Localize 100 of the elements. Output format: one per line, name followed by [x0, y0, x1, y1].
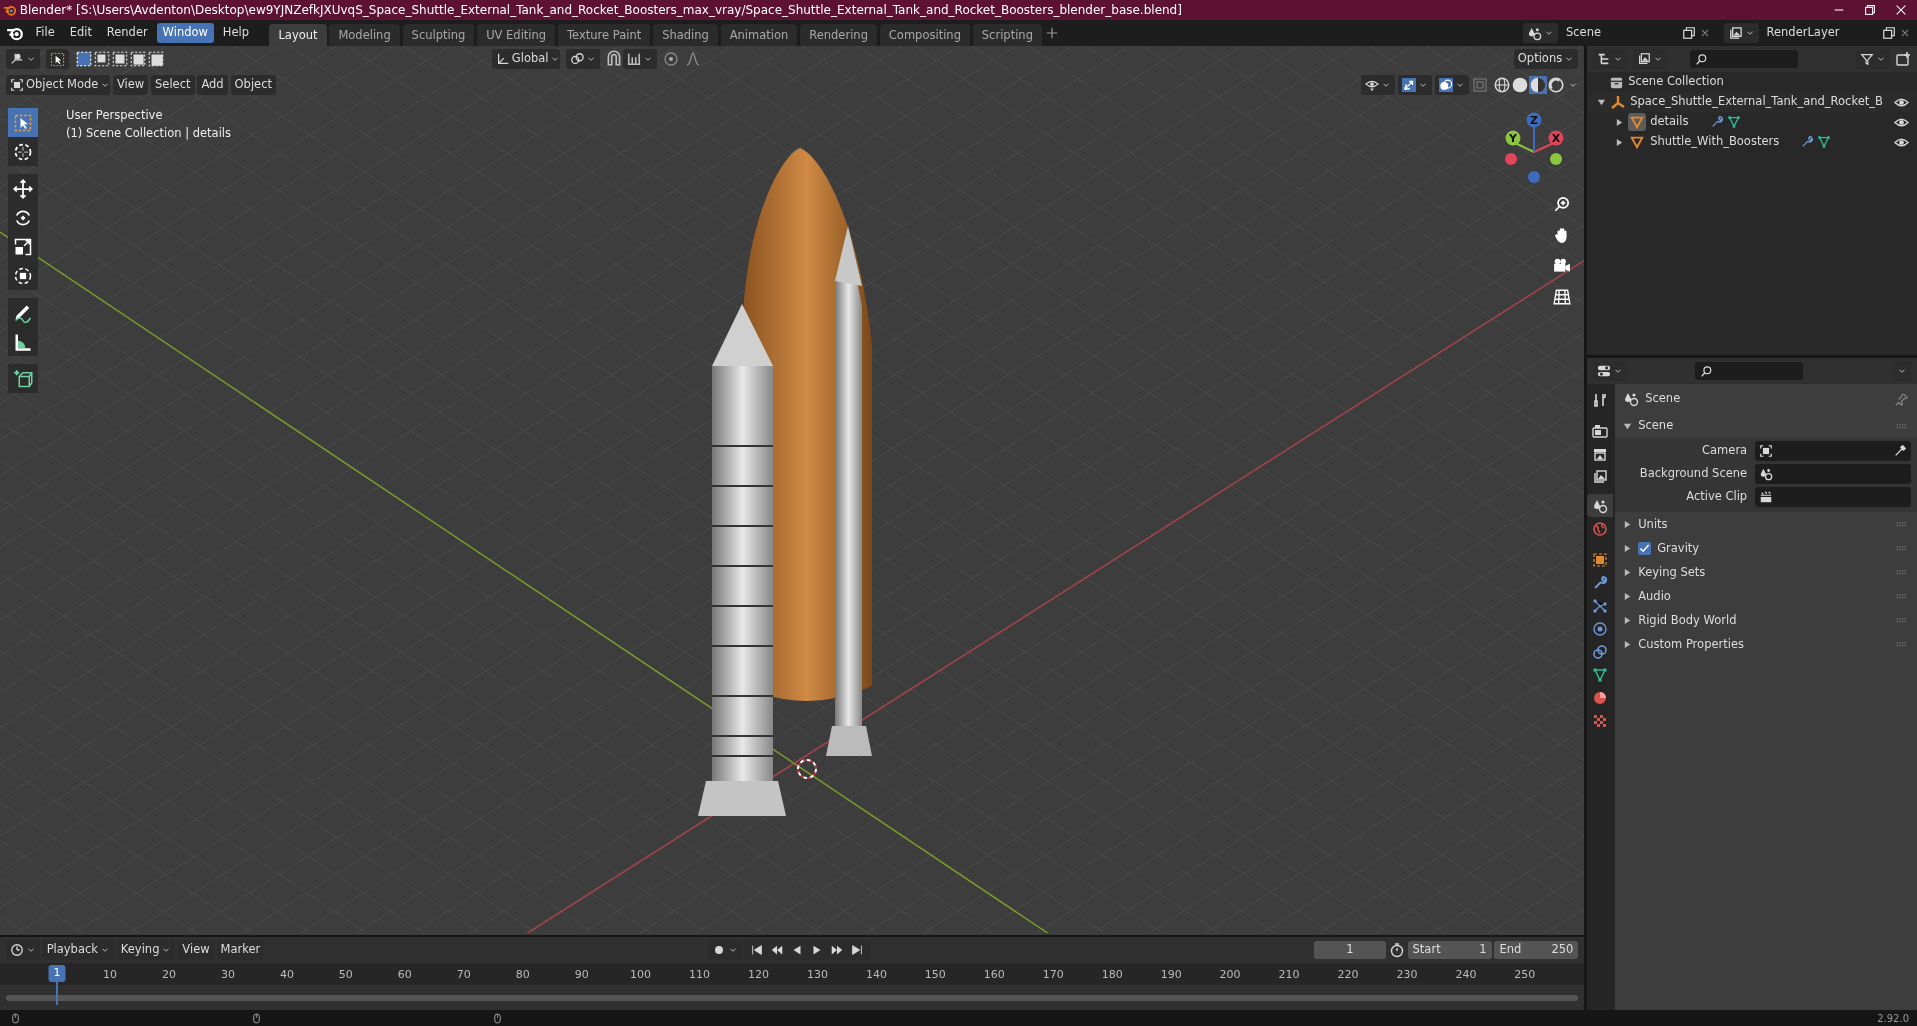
- record-button[interactable]: [707, 940, 742, 960]
- wireframe-shading-icon[interactable]: [1493, 76, 1512, 94]
- panel-title[interactable]: Keying Sets: [1638, 563, 1706, 581]
- tool-button[interactable]: [8, 327, 38, 356]
- snap-dropdown[interactable]: [623, 49, 658, 69]
- axis-handle[interactable]: X: [1548, 130, 1564, 146]
- eyedropper-icon[interactable]: [1893, 443, 1907, 458]
- proportional-edit-icon[interactable]: [663, 51, 680, 67]
- editor-type-selector[interactable]: [1592, 361, 1627, 381]
- disclosure-triangle-icon[interactable]: [1623, 519, 1633, 529]
- workspace-tab[interactable]: Animation: [720, 24, 798, 46]
- properties-tab[interactable]: [1587, 494, 1614, 517]
- timeline-menu[interactable]: View: [178, 940, 214, 960]
- tool-button[interactable]: [8, 174, 38, 203]
- editor-type-selector[interactable]: [5, 940, 40, 960]
- zoom-icon[interactable]: [1553, 195, 1571, 213]
- mode-dropdown[interactable]: Object Mode: [6, 75, 110, 95]
- workspace-tab[interactable]: Sculpting: [402, 24, 475, 46]
- menu-item[interactable]: Render: [100, 23, 154, 43]
- overlay-dropdown[interactable]: [1434, 75, 1469, 95]
- disclosure-triangle-icon[interactable]: [1623, 591, 1633, 601]
- outliner-item[interactable]: Space_Shuttle_External_Tank_and_Rocket_B: [1630, 93, 1883, 111]
- viewport-menu[interactable]: Select: [151, 75, 195, 95]
- menu-item[interactable]: File: [29, 23, 61, 43]
- solid-shading-icon[interactable]: [1511, 76, 1530, 94]
- panel-title[interactable]: Custom Properties: [1638, 635, 1744, 653]
- wrench-icon[interactable]: [1800, 135, 1815, 149]
- options-dropdown[interactable]: Options: [1513, 49, 1579, 69]
- disclosure-triangle-icon[interactable]: [1623, 567, 1633, 577]
- mesh-triangle-icon[interactable]: [1817, 135, 1832, 149]
- tool-button[interactable]: [8, 261, 38, 290]
- stopwatch-icon[interactable]: [1388, 942, 1405, 958]
- gizmo-dropdown[interactable]: [1397, 75, 1432, 95]
- pin-icon[interactable]: [1894, 391, 1909, 407]
- grid-icon[interactable]: [1553, 287, 1571, 306]
- panel-title[interactable]: Scene: [1638, 417, 1674, 435]
- disclosure-triangle-icon[interactable]: [1615, 117, 1625, 127]
- panel-title[interactable]: Audio: [1638, 587, 1671, 605]
- disclosure-triangle-icon[interactable]: [1623, 421, 1633, 431]
- orientation-dropdown[interactable]: Global: [491, 49, 560, 69]
- disclosure-triangle-icon[interactable]: [1615, 137, 1625, 147]
- workspace-tab[interactable]: Texture Paint: [558, 24, 651, 46]
- panel-title[interactable]: Gravity: [1657, 539, 1700, 557]
- end-frame-field[interactable]: End 250: [1494, 941, 1579, 959]
- falloff-curve-icon[interactable]: [684, 51, 701, 67]
- add-workspace-icon[interactable]: [1044, 26, 1059, 40]
- object-field[interactable]: [1755, 463, 1911, 484]
- workspace-tab[interactable]: Layout: [269, 24, 327, 46]
- search-field[interactable]: [1694, 362, 1803, 380]
- outliner-item[interactable]: Scene Collection: [1628, 73, 1724, 91]
- search-field[interactable]: [1690, 50, 1799, 68]
- panel-title[interactable]: Units: [1638, 515, 1668, 533]
- rendered-shading-icon[interactable]: [1547, 76, 1566, 94]
- outliner-item[interactable]: Shuttle_With_Boosters: [1650, 133, 1780, 151]
- selection-mode-invert-icon[interactable]: [128, 50, 147, 68]
- timeline-menu[interactable]: Keying: [116, 940, 176, 960]
- pivot-dropdown[interactable]: [565, 49, 600, 69]
- viewport-menu[interactable]: Object: [230, 75, 276, 95]
- new-collection-icon[interactable]: [1895, 51, 1912, 67]
- scrollbar[interactable]: [5, 994, 1579, 1001]
- checkbox[interactable]: [1638, 541, 1652, 555]
- disclosure-triangle-icon[interactable]: [1623, 615, 1633, 625]
- timeline-menu[interactable]: Marker: [216, 940, 265, 960]
- visibility-dropdown[interactable]: [1360, 75, 1395, 95]
- workspace-tab[interactable]: Compositing: [879, 24, 970, 46]
- filter-dropdown[interactable]: [1855, 49, 1890, 69]
- viewport-menu[interactable]: Add: [197, 75, 228, 95]
- camera-icon[interactable]: [1553, 256, 1571, 275]
- selection-mode-intersect-icon[interactable]: [146, 50, 165, 68]
- view-layer-selector[interactable]: [1723, 23, 1759, 43]
- workspace-tab[interactable]: Modeling: [329, 24, 400, 46]
- tool-selector[interactable]: [45, 49, 69, 69]
- disclosure-triangle-icon[interactable]: [1623, 543, 1633, 553]
- disclosure-triangle-icon[interactable]: [1597, 97, 1607, 107]
- workspace-tab[interactable]: Shading: [653, 24, 718, 46]
- filter-mode-selector[interactable]: [1632, 49, 1667, 69]
- restore-icon[interactable]: [1863, 3, 1878, 17]
- disclosure-triangle-icon[interactable]: [1623, 639, 1633, 649]
- selection-mode-subtract-icon[interactable]: [110, 50, 129, 68]
- object-field[interactable]: [1755, 440, 1911, 461]
- selection-mode-new-icon[interactable]: [74, 50, 93, 68]
- material-shading-icon[interactable]: [1529, 76, 1548, 94]
- playhead-frame[interactable]: 1: [48, 965, 66, 982]
- current-frame-field[interactable]: 1: [1313, 941, 1386, 959]
- copy-icon[interactable]: [1681, 26, 1696, 40]
- tool-button[interactable]: [8, 298, 38, 327]
- tool-button[interactable]: [8, 364, 38, 393]
- workspace-tab[interactable]: UV Editing: [477, 24, 556, 46]
- scene-selector[interactable]: [1523, 23, 1559, 43]
- axis-handle[interactable]: Y: [1505, 130, 1521, 146]
- editor-type-selector[interactable]: [6, 49, 40, 69]
- timeline-menu[interactable]: Playback: [42, 940, 114, 960]
- menu-item[interactable]: Help: [216, 23, 256, 43]
- start-frame-field[interactable]: Start 1: [1407, 941, 1492, 959]
- menu-item[interactable]: Edit: [63, 23, 98, 43]
- object-icon-box[interactable]: [1628, 113, 1647, 131]
- menu-item[interactable]: Window: [156, 23, 214, 43]
- display-mode-selector[interactable]: [1592, 49, 1627, 69]
- workspace-tab[interactable]: Scripting: [972, 24, 1042, 46]
- copy-icon[interactable]: [1882, 26, 1897, 40]
